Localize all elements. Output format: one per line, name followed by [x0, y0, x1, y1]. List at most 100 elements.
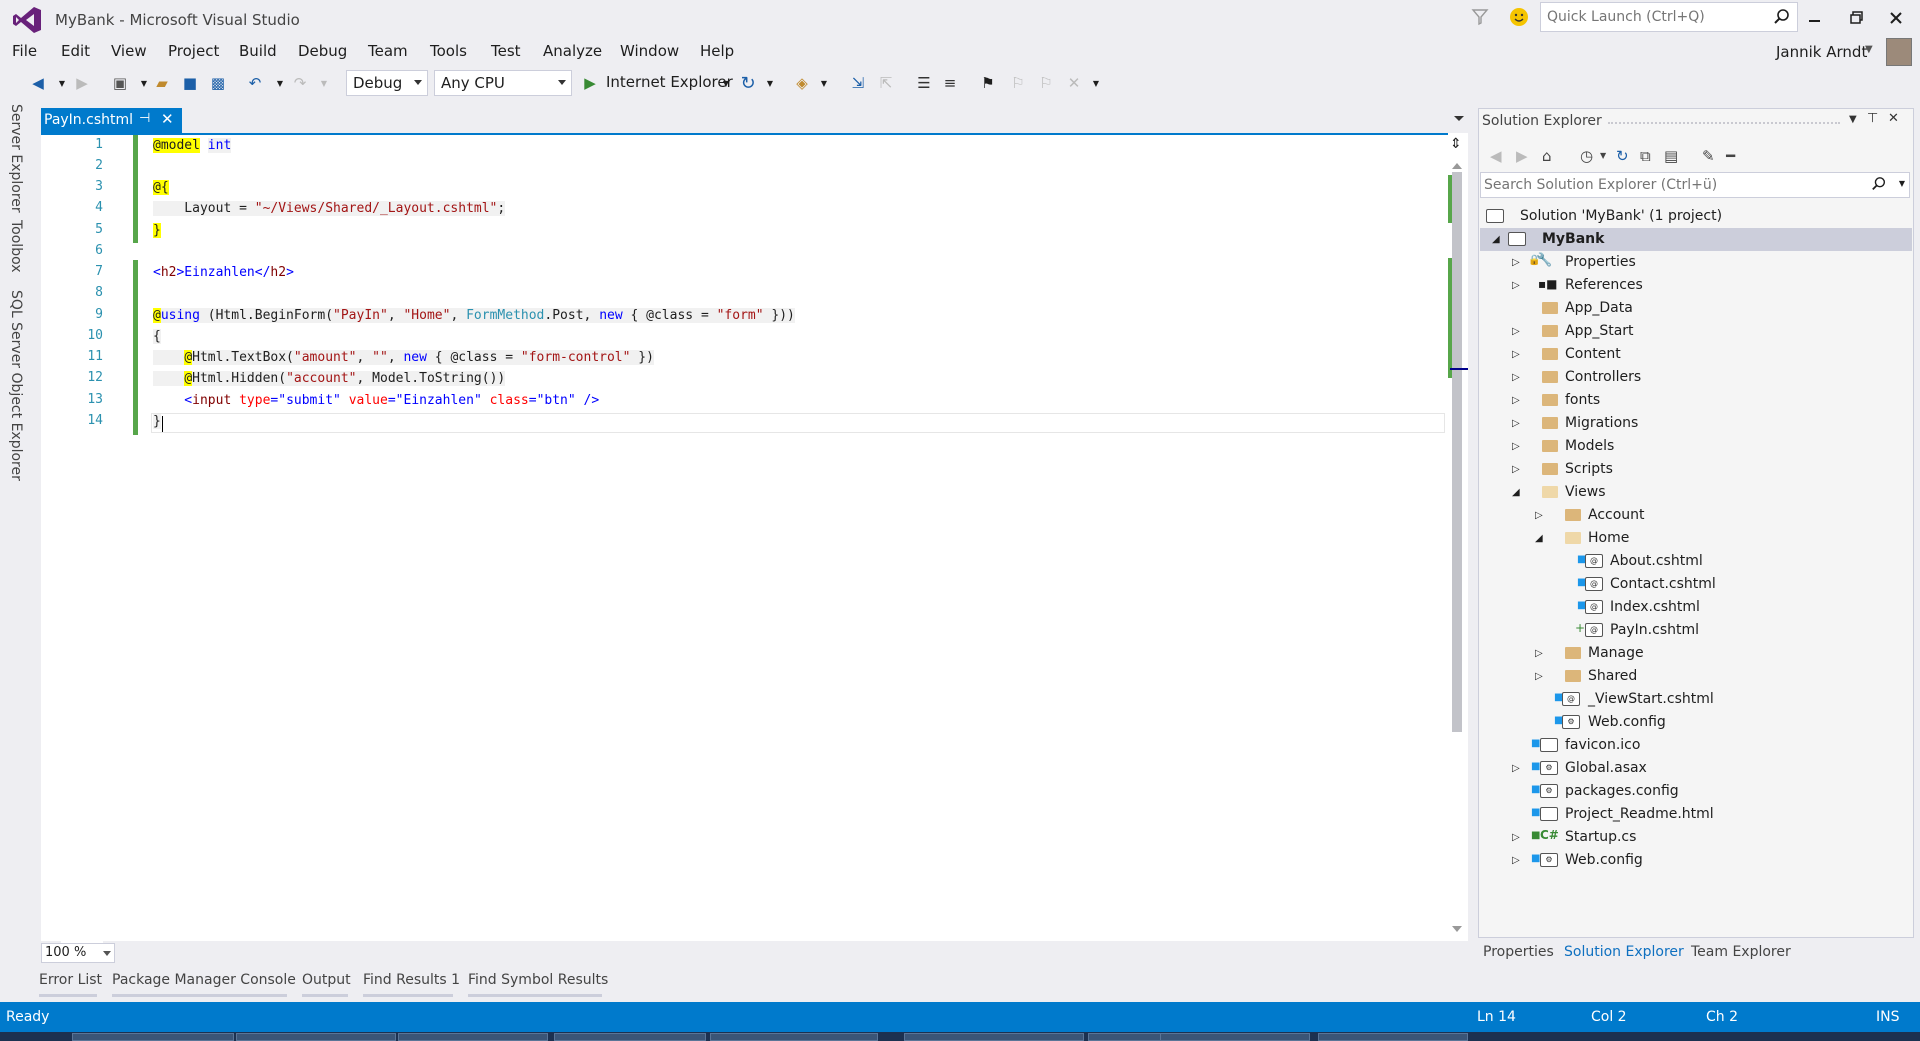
- tree-item-shared[interactable]: ▷ Shared: [1480, 665, 1912, 688]
- redo-dropdown-icon[interactable]: ▼: [314, 73, 334, 93]
- collapsed-arrow-icon[interactable]: ▷: [1512, 280, 1520, 291]
- tree-item-controllers[interactable]: ▷ Controllers: [1480, 366, 1912, 389]
- taskbar-button[interactable]: [1318, 1033, 1468, 1041]
- tab-list-dropdown-icon[interactable]: [1454, 116, 1464, 121]
- solution-configuration-select[interactable]: Debug: [346, 70, 428, 96]
- collapsed-arrow-icon[interactable]: ▷: [1512, 372, 1520, 383]
- user-name[interactable]: Jannik Arndt: [1776, 43, 1867, 61]
- close-window-button[interactable]: [1878, 4, 1914, 32]
- tree-item-migrations[interactable]: ▷ Migrations: [1480, 412, 1912, 435]
- tab-properties[interactable]: Properties: [1483, 944, 1554, 960]
- tree-item-views-webconfig[interactable]: ■ ⚙ Web.config: [1480, 711, 1912, 734]
- tree-item-solution[interactable]: Solution 'MyBank' (1 project): [1480, 205, 1912, 228]
- indent-icon[interactable]: ☰: [914, 73, 934, 93]
- back-icon[interactable]: ◀: [1490, 147, 1502, 165]
- tree-item-favicon[interactable]: ■ favicon.ico: [1480, 734, 1912, 757]
- notification-filter-icon[interactable]: [1470, 7, 1490, 27]
- taskbar-button[interactable]: [236, 1033, 396, 1041]
- tab-toolbox[interactable]: Toolbox: [8, 220, 24, 273]
- taskbar-button[interactable]: [710, 1033, 878, 1041]
- scrollbar-thumb[interactable]: [1452, 172, 1462, 732]
- tree-item-app-data[interactable]: App_Data: [1480, 297, 1912, 320]
- tab-package-manager-console[interactable]: Package Manager Console: [112, 972, 296, 988]
- split-window-icon[interactable]: ⇕: [1450, 136, 1462, 152]
- tree-item-packages-config[interactable]: ■ ⚙ packages.config: [1480, 780, 1912, 803]
- tab-output[interactable]: Output: [302, 972, 351, 988]
- pending-changes-filter-icon[interactable]: ◷: [1580, 147, 1593, 165]
- chevron-down-icon[interactable]: [103, 951, 111, 956]
- tab-server-explorer[interactable]: Server Explorer: [8, 104, 24, 213]
- pin-panel-icon[interactable]: ⊤: [1867, 111, 1878, 126]
- menu-help[interactable]: Help: [700, 42, 734, 60]
- menu-team[interactable]: Team: [368, 42, 408, 60]
- tab-error-list[interactable]: Error List: [39, 972, 102, 988]
- document-tab[interactable]: PayIn.cshtml ⊣ ✕: [41, 108, 182, 133]
- collapse-all-icon[interactable]: ⧉: [1640, 147, 1651, 165]
- sync-refresh-icon[interactable]: ↻: [1616, 147, 1629, 165]
- clear-bookmarks-icon[interactable]: ✕: [1064, 73, 1084, 93]
- menu-file[interactable]: File: [12, 42, 37, 60]
- forward-icon[interactable]: ▶: [1516, 147, 1528, 165]
- avatar[interactable]: [1886, 38, 1912, 66]
- tree-item-content[interactable]: ▷ Content: [1480, 343, 1912, 366]
- find-dropdown-icon[interactable]: ▼: [814, 73, 834, 93]
- tree-item-payin-cshtml[interactable]: + @ PayIn.cshtml: [1480, 619, 1912, 642]
- collapsed-arrow-icon[interactable]: ▷: [1512, 832, 1520, 843]
- tree-item-references[interactable]: ▷ ▪■ References: [1480, 274, 1912, 297]
- tree-item-about-cshtml[interactable]: ■ @ About.cshtml: [1480, 550, 1912, 573]
- show-all-files-icon[interactable]: ▤: [1664, 147, 1678, 165]
- collapsed-arrow-icon[interactable]: ▷: [1535, 671, 1543, 682]
- collapsed-arrow-icon[interactable]: ▷: [1512, 763, 1520, 774]
- taskbar-button[interactable]: [1160, 1033, 1310, 1041]
- outdent-icon[interactable]: ≡: [940, 73, 960, 93]
- collapsed-arrow-icon[interactable]: ▷: [1512, 257, 1520, 268]
- taskbar-button[interactable]: [904, 1033, 1084, 1041]
- collapsed-arrow-icon[interactable]: ▷: [1512, 349, 1520, 360]
- menu-debug[interactable]: Debug: [298, 42, 347, 60]
- collapsed-arrow-icon[interactable]: ▷: [1512, 464, 1520, 475]
- collapsed-arrow-icon[interactable]: ▷: [1512, 855, 1520, 866]
- find-in-files-icon[interactable]: ◈: [792, 73, 812, 93]
- scroll-up-icon[interactable]: [1452, 163, 1462, 169]
- tree-item-startup-cs[interactable]: ▷ ■ C# Startup.cs: [1480, 826, 1912, 849]
- tree-item-viewstart[interactable]: ■ @ _ViewStart.cshtml: [1480, 688, 1912, 711]
- collapsed-arrow-icon[interactable]: ▷: [1535, 648, 1543, 659]
- next-bookmark-icon[interactable]: ⚐: [1036, 73, 1056, 93]
- tree-item-properties[interactable]: ▷ 🔒 🔧 Properties: [1480, 251, 1912, 274]
- menu-view[interactable]: View: [111, 42, 147, 60]
- panel-grip[interactable]: [1608, 122, 1840, 124]
- browser-link-dropdown-icon[interactable]: ▼: [760, 73, 780, 93]
- tab-find-results-1[interactable]: Find Results 1: [363, 972, 460, 988]
- feedback-smiley-icon[interactable]: [1508, 6, 1530, 28]
- quick-launch-box[interactable]: [1540, 2, 1798, 32]
- panel-options-dropdown-icon[interactable]: ▼: [1849, 114, 1857, 125]
- menu-build[interactable]: Build: [239, 42, 277, 60]
- tab-team-explorer[interactable]: Team Explorer: [1691, 944, 1791, 960]
- save-icon[interactable]: ■: [180, 73, 200, 93]
- previous-bookmark-icon[interactable]: ⚐: [1008, 73, 1028, 93]
- taskbar-button[interactable]: [72, 1033, 234, 1041]
- solution-search-input[interactable]: [1481, 173, 1861, 197]
- tree-item-manage[interactable]: ▷ Manage: [1480, 642, 1912, 665]
- undo-dropdown-icon[interactable]: ▼: [270, 73, 290, 93]
- tree-item-index-cshtml[interactable]: ■ @ Index.cshtml: [1480, 596, 1912, 619]
- tree-item-scripts[interactable]: ▷ Scripts: [1480, 458, 1912, 481]
- tree-item-webconfig[interactable]: ▷ ■ ⚙ Web.config: [1480, 849, 1912, 872]
- tree-item-fonts[interactable]: ▷ fonts: [1480, 389, 1912, 412]
- collapsed-arrow-icon[interactable]: ▷: [1512, 326, 1520, 337]
- search-icon[interactable]: [1871, 176, 1887, 192]
- menu-test[interactable]: Test: [491, 42, 521, 60]
- preview-selected-icon[interactable]: ━: [1726, 147, 1735, 165]
- menu-tools[interactable]: Tools: [430, 42, 467, 60]
- tree-item-app-start[interactable]: ▷ App_Start: [1480, 320, 1912, 343]
- browser-refresh-icon[interactable]: ↻: [738, 73, 758, 94]
- taskbar-button[interactable]: [398, 1033, 548, 1041]
- taskbar-button[interactable]: [554, 1033, 706, 1041]
- step-into-icon[interactable]: ⇲: [848, 73, 868, 93]
- tree-item-models[interactable]: ▷ Models: [1480, 435, 1912, 458]
- minimize-button[interactable]: [1797, 4, 1833, 32]
- expanded-arrow-icon[interactable]: ◢: [1535, 533, 1543, 544]
- search-icon[interactable]: [1773, 8, 1791, 26]
- collapsed-arrow-icon[interactable]: ▷: [1512, 418, 1520, 429]
- collapsed-arrow-icon[interactable]: ▷: [1535, 510, 1543, 521]
